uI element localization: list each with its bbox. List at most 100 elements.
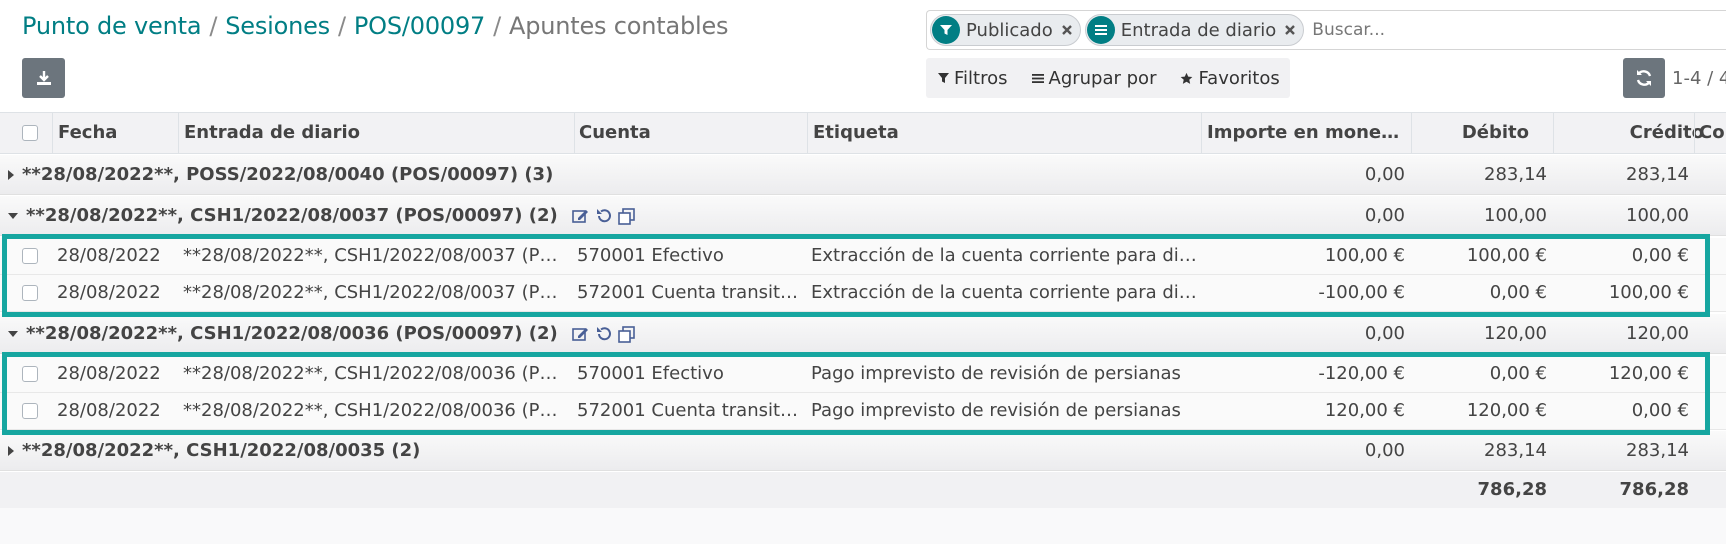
table-row[interactable]: 28/08/2022 **28/08/2022**, CSH1/2022/08/… xyxy=(0,238,1726,275)
group-debito: 283,14 xyxy=(1484,164,1547,185)
row-checkbox[interactable] xyxy=(22,285,38,301)
group-importe: 0,00 xyxy=(1364,164,1405,185)
breadcrumb: Punto de venta / Sesiones / POS/00097/Apunte… xyxy=(22,12,729,40)
cell-entrada: **28/08/2022**, CSH1/2022/08/0036 (POS..… xyxy=(183,363,569,384)
group-by-label: Agrupar por xyxy=(1048,67,1157,89)
reverse-icon[interactable] xyxy=(596,208,612,224)
cell-entrada: **28/08/2022**, CSH1/2022/08/0037 (POS..… xyxy=(183,245,569,266)
edit-icon[interactable] xyxy=(571,326,590,342)
reverse-icon[interactable] xyxy=(596,326,612,342)
edit-icon[interactable] xyxy=(571,208,590,224)
group-importe: 0,00 xyxy=(1364,205,1405,226)
group-row[interactable]: **28/08/2022**, POSS/2022/08/0040 (POS/0… xyxy=(0,155,1726,195)
cell-cuenta: 572001 Cuenta transitori... xyxy=(577,282,803,303)
cell-credito: 0,00 € xyxy=(1631,400,1689,421)
facet-entrada-de-diario: Entrada de diario xyxy=(1084,14,1305,46)
search-options-bar: Filtros Agrupar por Favoritos xyxy=(926,58,1290,98)
group-debito: 283,14 xyxy=(1484,440,1547,461)
caret-down-icon xyxy=(8,213,18,219)
cell-fecha: 28/08/2022 xyxy=(57,363,161,384)
column-header-fecha[interactable]: Fecha xyxy=(58,113,176,153)
group-label: **28/08/2022**, POSS/2022/08/0040 (POS/0… xyxy=(22,164,554,185)
group-importe: 0,00 xyxy=(1364,323,1405,344)
breadcrumb-sesiones[interactable]: Sesiones xyxy=(225,12,330,40)
cell-etiqueta: Extracción de la cuenta corriente para d… xyxy=(811,282,1197,303)
cell-entrada: **28/08/2022**, CSH1/2022/08/0037 (POS..… xyxy=(183,282,569,303)
column-header-debito[interactable]: Débito xyxy=(1412,113,1529,153)
favorites-label: Favoritos xyxy=(1198,67,1280,89)
cell-importe: 100,00 € xyxy=(1324,245,1405,266)
search-bar: Publicado Entrada de diario xyxy=(926,10,1726,50)
cell-etiqueta: Extracción de la cuenta corriente para d… xyxy=(811,245,1197,266)
favorites-dropdown[interactable]: Favoritos xyxy=(1180,67,1280,89)
cell-cuenta: 570001 Efectivo xyxy=(577,245,724,266)
caret-right-icon xyxy=(8,446,14,456)
cell-entrada: **28/08/2022**, CSH1/2022/08/0036 (POS..… xyxy=(183,400,569,421)
column-header-credito[interactable]: Crédito xyxy=(1554,113,1704,153)
group-label: **28/08/2022**, CSH1/2022/08/0035 (2) xyxy=(22,440,421,461)
group-by-dropdown[interactable]: Agrupar por xyxy=(1031,67,1157,89)
cell-etiqueta: Pago imprevisto de revisión de persianas xyxy=(811,363,1181,384)
column-header-cuenta[interactable]: Cuenta xyxy=(579,113,803,153)
filters-label: Filtros xyxy=(954,67,1008,89)
group-credito: 100,00 xyxy=(1626,205,1689,226)
column-header-entrada[interactable]: Entrada de diario xyxy=(184,113,570,153)
group-row[interactable]: **28/08/2022**, CSH1/2022/08/0036 (POS/0… xyxy=(0,314,1726,354)
refresh-button[interactable] xyxy=(1623,58,1665,98)
download-button[interactable] xyxy=(22,58,65,98)
breadcrumb-punto-de-venta[interactable]: Punto de venta xyxy=(22,12,202,40)
cell-etiqueta: Pago imprevisto de revisión de persianas xyxy=(811,400,1181,421)
table-row[interactable]: 28/08/2022 **28/08/2022**, CSH1/2022/08/… xyxy=(0,275,1726,312)
cell-debito: 120,00 € xyxy=(1466,400,1547,421)
download-icon xyxy=(36,71,51,85)
select-all-checkbox[interactable] xyxy=(22,125,38,141)
cell-fecha: 28/08/2022 xyxy=(57,245,161,266)
cell-cuenta: 570001 Efectivo xyxy=(577,363,724,384)
column-header-etiqueta[interactable]: Etiqueta xyxy=(813,113,1197,153)
cell-credito: 0,00 € xyxy=(1631,245,1689,266)
search-input[interactable] xyxy=(1308,20,1669,40)
cell-fecha: 28/08/2022 xyxy=(57,282,161,303)
row-checkbox[interactable] xyxy=(22,248,38,264)
cell-importe: 120,00 € xyxy=(1324,400,1405,421)
group-credito: 283,14 xyxy=(1626,440,1689,461)
facet-remove-icon[interactable] xyxy=(1060,23,1074,37)
group-row[interactable]: **28/08/2022**, CSH1/2022/08/0037 (POS/0… xyxy=(0,196,1726,236)
star-icon xyxy=(1181,72,1193,84)
duplicate-icon[interactable] xyxy=(617,325,636,343)
group-debito: 100,00 xyxy=(1484,205,1547,226)
pager-value[interactable]: 1-4 / 4 xyxy=(1672,68,1726,89)
group-by-icon xyxy=(1031,73,1044,83)
group-debito: 120,00 xyxy=(1484,323,1547,344)
filter-icon xyxy=(938,73,949,83)
breadcrumb-session[interactable]: POS/00097 xyxy=(354,12,485,40)
facet-label: Publicado xyxy=(966,19,1053,41)
cell-credito: 100,00 € xyxy=(1608,282,1689,303)
group-row[interactable]: **28/08/2022**, CSH1/2022/08/0035 (2) 0,… xyxy=(0,431,1726,471)
refresh-icon xyxy=(1636,70,1652,86)
table-row[interactable]: 28/08/2022 **28/08/2022**, CSH1/2022/08/… xyxy=(0,356,1726,393)
group-label: **28/08/2022**, CSH1/2022/08/0037 (POS/0… xyxy=(26,205,558,226)
cell-cuenta: 572001 Cuenta transitori... xyxy=(577,400,803,421)
facet-remove-icon[interactable] xyxy=(1283,23,1297,37)
cell-debito: 100,00 € xyxy=(1466,245,1547,266)
cell-debito: 0,00 € xyxy=(1489,363,1547,384)
page-title: Apuntes contables xyxy=(508,12,729,40)
filter-icon xyxy=(932,16,960,44)
table-row[interactable]: 28/08/2022 **28/08/2022**, CSH1/2022/08/… xyxy=(0,393,1726,430)
duplicate-icon[interactable] xyxy=(617,207,636,225)
row-checkbox[interactable] xyxy=(22,366,38,382)
table-footer-totals: 786,28 786,28 xyxy=(0,472,1726,508)
column-header-importe[interactable]: Importe en moneda... xyxy=(1207,113,1407,153)
group-importe: 0,00 xyxy=(1364,440,1405,461)
group-credito: 120,00 xyxy=(1626,323,1689,344)
filters-dropdown[interactable]: Filtros xyxy=(938,68,1008,89)
row-checkbox[interactable] xyxy=(22,403,38,419)
breadcrumb-separator: / xyxy=(209,12,218,40)
table-empty-area xyxy=(0,508,1726,544)
group-by-icon xyxy=(1086,16,1115,44)
breadcrumb-separator: / xyxy=(493,12,501,40)
cell-debito: 0,00 € xyxy=(1489,282,1547,303)
total-credito: 786,28 xyxy=(1619,479,1689,500)
column-header-extra[interactable]: Co xyxy=(1699,113,1726,153)
